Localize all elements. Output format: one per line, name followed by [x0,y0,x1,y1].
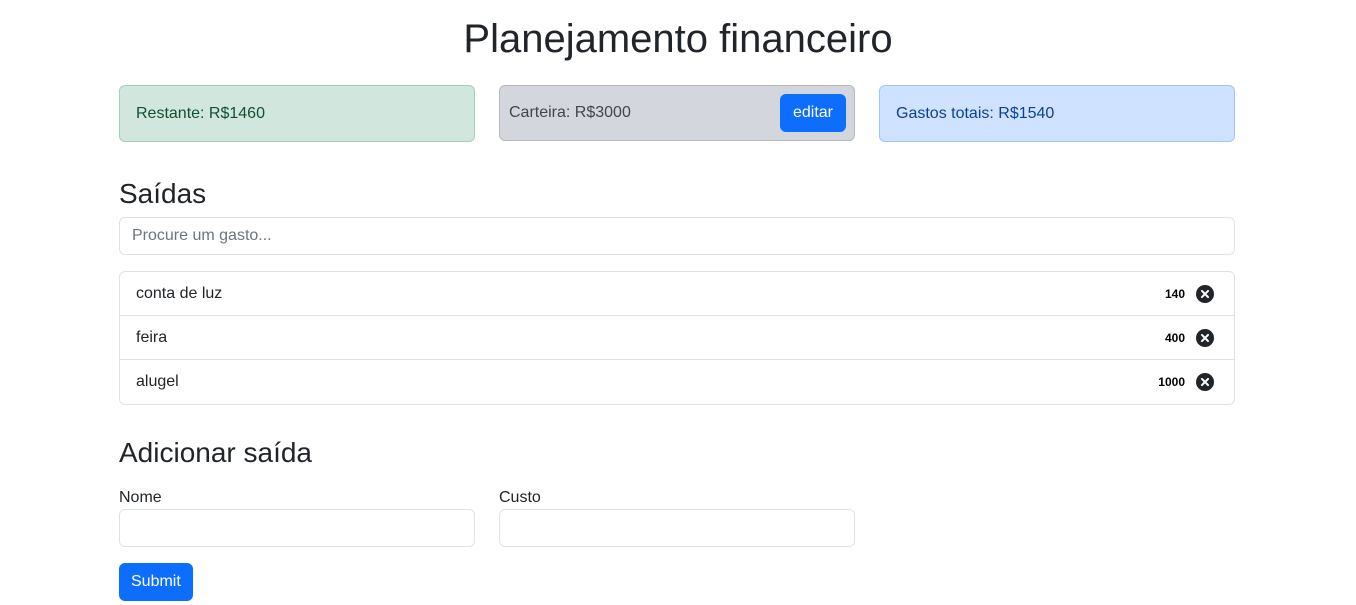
expense-name: alugel [136,373,179,390]
expense-list: conta de luz 140 feira 400 alugel 1000 [119,271,1235,405]
expense-cost: 140 [1164,286,1185,301]
total-spent-text: Gastos totais: R$1540 [896,104,1055,122]
expenses-heading: Saídas [119,178,207,209]
wallet-card: Carteira: R$3000 editar [499,85,855,141]
cost-label: Custo [499,489,541,506]
list-item: feira 400 [120,316,1234,360]
expense-name: feira [136,328,168,346]
remaining-card: Restante: R$1460 [119,85,475,142]
wallet-text: Carteira: R$3000 [509,104,631,121]
name-field[interactable] [119,509,475,547]
name-label: Nome [119,489,162,506]
expense-cost: 400 [1164,330,1185,345]
list-item: conta de luz 140 [120,272,1234,316]
page-title: Planejamento financeiro [463,17,893,61]
cost-field[interactable] [499,509,855,547]
search-input[interactable] [119,217,1235,255]
x-circle-fill-icon[interactable] [1196,373,1214,391]
remaining-text: Restante: R$1460 [136,104,265,122]
add-expense-heading: Adicionar saída [119,437,313,468]
x-circle-fill-icon[interactable] [1196,328,1214,347]
list-item: alugel 1000 [120,360,1234,404]
x-circle-fill-icon[interactable] [1196,284,1214,303]
expense-cost: 1000 [1158,375,1185,389]
submit-button[interactable]: Submit [119,563,193,601]
edit-button[interactable]: editar [779,94,846,132]
expense-name: conta de luz [136,284,223,302]
total-spent-card: Gastos totais: R$1540 [879,85,1235,142]
